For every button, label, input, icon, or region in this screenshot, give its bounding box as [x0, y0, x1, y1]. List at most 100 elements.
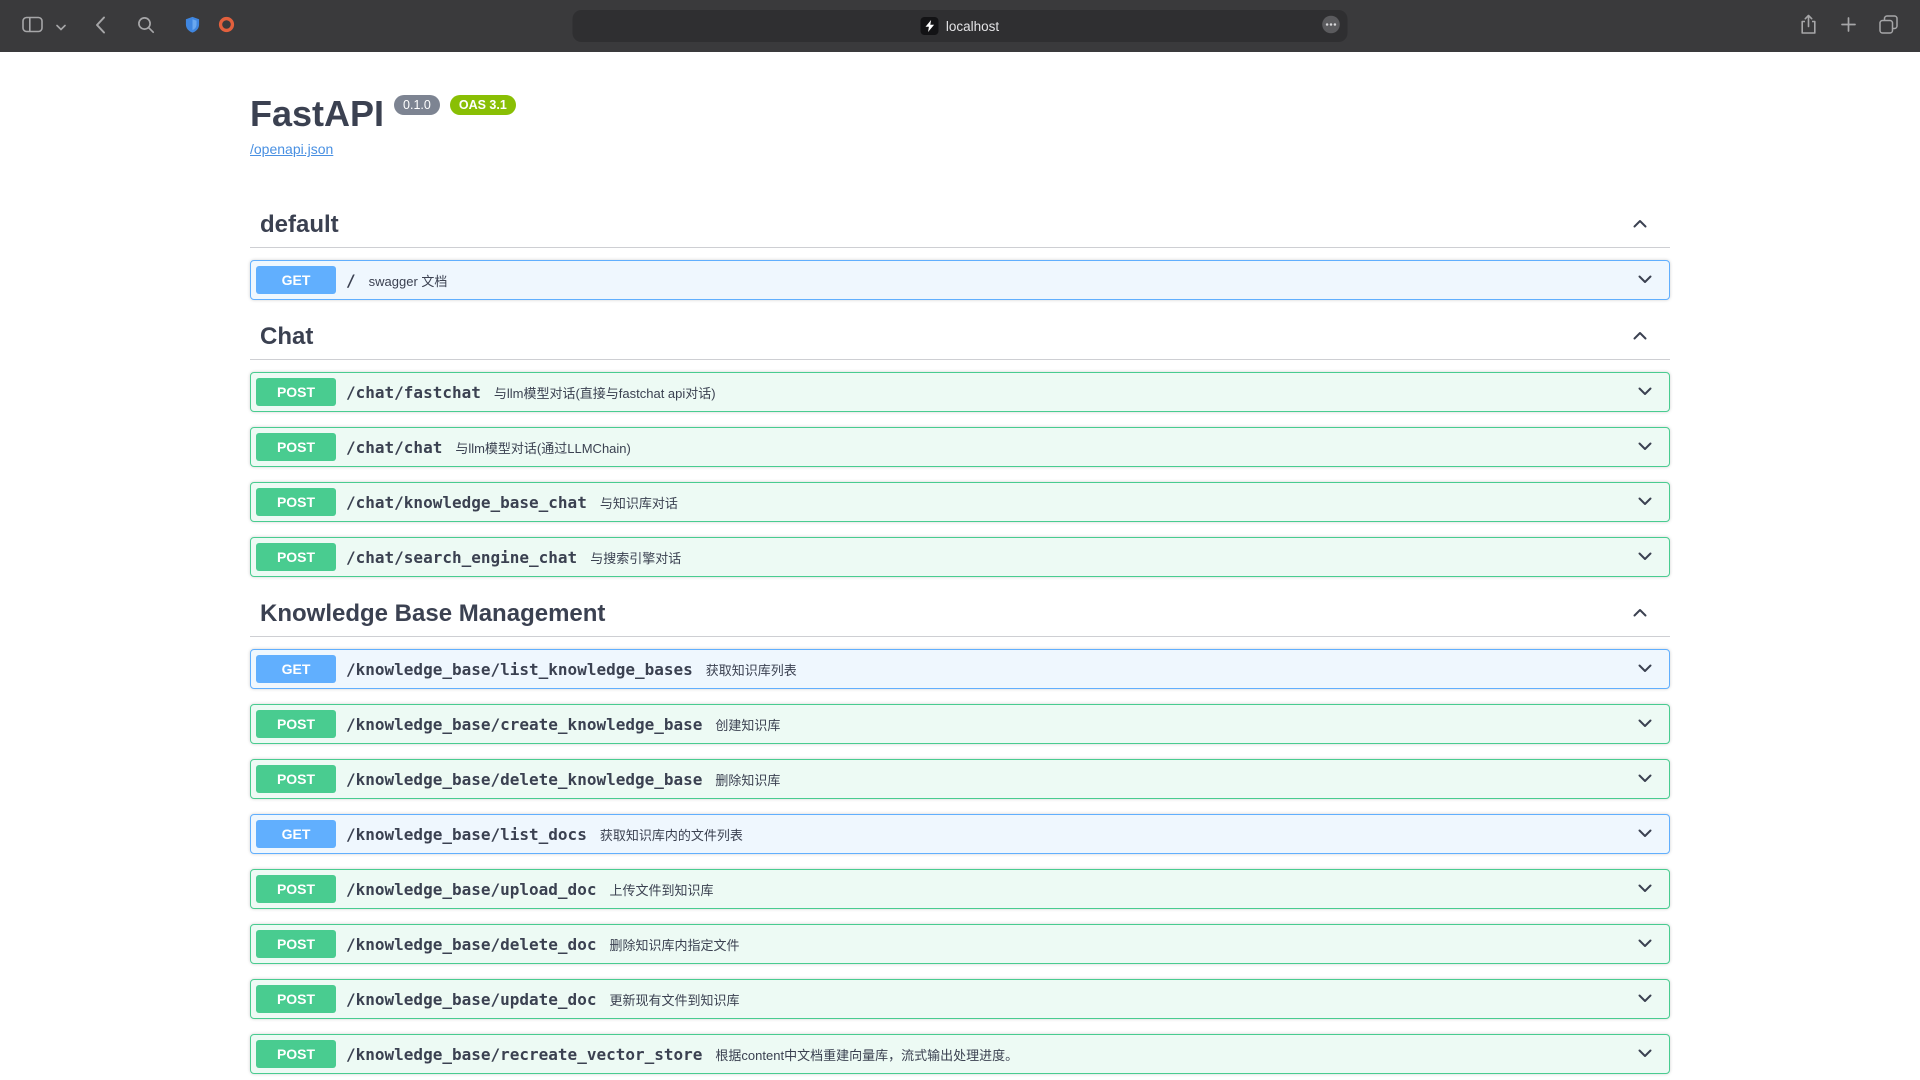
operation-path: /knowledge_base/update_doc	[346, 990, 596, 1009]
operation-description: 删除知识库	[715, 770, 780, 789]
chevron-down-icon	[1635, 658, 1655, 681]
openapi-spec-link[interactable]: /openapi.json	[250, 140, 333, 158]
operation-row[interactable]: POST /knowledge_base/recreate_vector_sto…	[250, 1034, 1670, 1074]
operation-path: /knowledge_base/create_knowledge_base	[346, 715, 702, 734]
operation-row[interactable]: POST /knowledge_base/upload_doc 上传文件到知识库	[250, 869, 1670, 909]
operation-expand-button[interactable]	[1626, 988, 1664, 1011]
operation-expand-button[interactable]	[1626, 436, 1664, 459]
section-header[interactable]: default	[250, 203, 1670, 248]
section-header[interactable]: Chat	[250, 315, 1670, 360]
chevron-down-icon	[1635, 546, 1655, 569]
operation-description: swagger 文档	[369, 271, 448, 290]
extension-blue-button[interactable]	[177, 9, 207, 43]
search-button[interactable]	[131, 9, 161, 43]
chevron-down-icon	[1635, 878, 1655, 901]
operation-description: 删除知识库内指定文件	[609, 935, 739, 954]
operation-path: /knowledge_base/recreate_vector_store	[346, 1045, 702, 1064]
operation-row[interactable]: POST /chat/knowledge_base_chat 与知识库对话	[250, 482, 1670, 522]
operation-description: 更新现有文件到知识库	[609, 990, 739, 1009]
operation-expand-button[interactable]	[1626, 491, 1664, 514]
method-badge: POST	[256, 433, 336, 461]
method-badge: GET	[256, 820, 336, 848]
chevron-up-icon	[1630, 603, 1650, 626]
extension-orange-button[interactable]	[211, 9, 241, 43]
operation-path: /chat/chat	[346, 438, 442, 457]
operation-row[interactable]: GET / swagger 文档	[250, 260, 1670, 300]
method-badge: GET	[256, 266, 336, 294]
ellipsis-circle-icon	[1322, 15, 1341, 37]
sidebar-toggle-button[interactable]	[16, 9, 49, 43]
section-collapse-button[interactable]	[1630, 326, 1650, 349]
operation-row[interactable]: POST /knowledge_base/create_knowledge_ba…	[250, 704, 1670, 744]
page-menu-button[interactable]	[1322, 15, 1341, 37]
operation-expand-button[interactable]	[1626, 546, 1664, 569]
chevron-down-icon	[1635, 381, 1655, 404]
share-button[interactable]	[1793, 9, 1823, 43]
chevron-up-icon	[1630, 214, 1650, 237]
operation-row[interactable]: POST /knowledge_base/delete_knowledge_ba…	[250, 759, 1670, 799]
chevron-down-icon	[1635, 436, 1655, 459]
url-text: localhost	[946, 19, 999, 34]
new-tab-button[interactable]	[1833, 9, 1863, 43]
operation-row[interactable]: POST /knowledge_base/delete_doc 删除知识库内指定…	[250, 924, 1670, 964]
operation-expand-button[interactable]	[1626, 933, 1664, 956]
api-title-text: FastAPI	[250, 92, 384, 136]
api-section: Knowledge Base Management GET /knowledge…	[250, 592, 1670, 1074]
method-badge: POST	[256, 875, 336, 903]
api-sections-container: default GET / swagger 文档 Chat	[250, 203, 1670, 1074]
sidebar-icon	[22, 16, 43, 36]
method-badge: POST	[256, 1040, 336, 1068]
chevron-down-icon	[1635, 269, 1655, 292]
operation-row[interactable]: POST /knowledge_base/update_doc 更新现有文件到知…	[250, 979, 1670, 1019]
method-badge: POST	[256, 930, 336, 958]
operation-description: 与知识库对话	[600, 493, 678, 512]
operation-description: 获取知识库内的文件列表	[600, 825, 743, 844]
api-info-block: FastAPI 0.1.0 OAS 3.1 /openapi.json	[250, 52, 1670, 159]
method-badge: GET	[256, 655, 336, 683]
orange-ring-icon	[218, 16, 235, 36]
operation-path: /knowledge_base/delete_knowledge_base	[346, 770, 702, 789]
chevron-down-icon	[1635, 713, 1655, 736]
chevron-down-icon	[1635, 491, 1655, 514]
operation-expand-button[interactable]	[1626, 823, 1664, 846]
browser-toolbar: localhost	[0, 0, 1920, 52]
plus-icon	[1841, 17, 1856, 35]
operation-description: 根据content中文档重建向量库，流式输出处理进度。	[715, 1045, 1018, 1064]
operation-row[interactable]: GET /knowledge_base/list_docs 获取知识库内的文件列…	[250, 814, 1670, 854]
operations-list: GET / swagger 文档	[250, 260, 1670, 300]
operation-expand-button[interactable]	[1626, 1043, 1664, 1066]
operation-row[interactable]: POST /chat/fastchat 与llm模型对话(直接与fastchat…	[250, 372, 1670, 412]
operation-expand-button[interactable]	[1626, 713, 1664, 736]
section-title: Knowledge Base Management	[260, 600, 605, 628]
tab-group-chevron-button[interactable]	[53, 9, 69, 43]
tab-overview-icon	[1879, 15, 1898, 37]
operations-list: GET /knowledge_base/list_knowledge_bases…	[250, 649, 1670, 1074]
tab-overview-button[interactable]	[1873, 9, 1904, 43]
back-button[interactable]	[85, 9, 115, 43]
operation-path: /knowledge_base/list_knowledge_bases	[346, 660, 693, 679]
section-collapse-button[interactable]	[1630, 603, 1650, 626]
operation-row[interactable]: POST /chat/chat 与llm模型对话(通过LLMChain)	[250, 427, 1670, 467]
operation-description: 与llm模型对话(直接与fastchat api对话)	[494, 383, 716, 402]
operation-row[interactable]: POST /chat/search_engine_chat 与搜索引擎对话	[250, 537, 1670, 577]
method-badge: POST	[256, 710, 336, 738]
share-icon	[1800, 14, 1817, 38]
operation-path: /chat/search_engine_chat	[346, 548, 577, 567]
address-bar[interactable]: localhost	[573, 10, 1348, 42]
operation-description: 创建知识库	[715, 715, 780, 734]
operation-row[interactable]: GET /knowledge_base/list_knowledge_bases…	[250, 649, 1670, 689]
search-icon	[137, 16, 155, 37]
chevron-down-icon	[1635, 823, 1655, 846]
chevron-up-icon	[1630, 326, 1650, 349]
operation-expand-button[interactable]	[1626, 658, 1664, 681]
operation-description: 上传文件到知识库	[609, 880, 713, 899]
operation-path: /knowledge_base/delete_doc	[346, 935, 596, 954]
operation-expand-button[interactable]	[1626, 878, 1664, 901]
section-header[interactable]: Knowledge Base Management	[250, 592, 1670, 637]
operation-expand-button[interactable]	[1626, 768, 1664, 791]
section-collapse-button[interactable]	[1630, 214, 1650, 237]
operation-expand-button[interactable]	[1626, 269, 1664, 292]
section-title: Chat	[260, 323, 313, 351]
operation-expand-button[interactable]	[1626, 381, 1664, 404]
chevron-down-icon	[1635, 1043, 1655, 1066]
